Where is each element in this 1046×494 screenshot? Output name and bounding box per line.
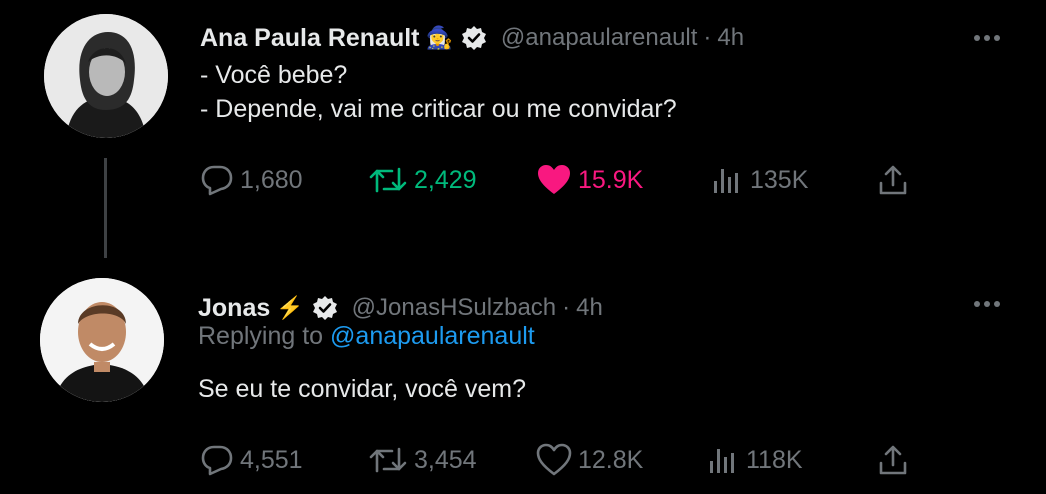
tweet-text: Se eu te convidar, você vem? [198, 375, 526, 403]
verified-icon [461, 25, 487, 51]
views-icon [710, 163, 744, 197]
retweet-icon [368, 443, 408, 477]
avatar[interactable] [44, 14, 168, 138]
replying-to-label: Replying to [198, 322, 324, 350]
reply-count: 1,680 [240, 165, 303, 194]
like-button[interactable]: 15.9K [536, 160, 643, 200]
views-button[interactable]: 118K [706, 440, 803, 480]
views-icon [706, 443, 740, 477]
retweet-button[interactable]: 3,454 [368, 440, 477, 480]
more-icon[interactable] [972, 30, 1002, 41]
like-count: 12.8K [578, 445, 644, 474]
author-handle[interactable]: @anapaularenault [501, 24, 698, 52]
share-icon [876, 163, 910, 197]
retweet-count: 3,454 [414, 445, 477, 474]
author-emoji: 🧙‍♀️ [425, 25, 453, 50]
tweet-text-line: - Você bebe? [200, 61, 348, 89]
heart-icon [536, 443, 572, 477]
share-button[interactable] [876, 440, 910, 480]
reply-count: 4,551 [240, 445, 303, 474]
tweet-header: Ana Paula Renault 🧙‍♀️ @anapaularenault … [200, 18, 744, 58]
tweet[interactable]: Ana Paula Renault 🧙‍♀️ @anapaularenault … [0, 0, 1046, 258]
retweet-button[interactable]: 2,429 [368, 160, 477, 200]
timestamp[interactable]: 4h [717, 24, 744, 52]
reply-button[interactable]: 1,680 [200, 160, 303, 200]
views-count: 118K [746, 445, 803, 474]
tweet[interactable]: Jonas ⚡ @JonasHSulzbach · 4h Replying to… [0, 260, 1046, 494]
timestamp[interactable]: 4h [576, 294, 603, 322]
more-icon[interactable] [972, 296, 1002, 307]
separator-dot: · [703, 24, 712, 51]
like-count: 15.9K [578, 165, 644, 194]
verified-icon [312, 295, 338, 321]
retweet-icon [368, 163, 408, 197]
author-name[interactable]: Jonas [198, 294, 270, 323]
tweet-text-line: - Depende, vai me criticar ou me convida… [200, 95, 677, 123]
replying-to-handle[interactable]: @anapaularenault [330, 322, 535, 350]
avatar[interactable] [40, 278, 164, 402]
author-emoji: ⚡ [276, 295, 304, 320]
separator-dot: · [562, 294, 571, 321]
retweet-count: 2,429 [414, 165, 477, 194]
reply-button[interactable]: 4,551 [200, 440, 303, 480]
thread-line [104, 158, 107, 258]
views-count: 135K [750, 165, 809, 194]
views-button[interactable]: 135K [710, 160, 808, 200]
reply-icon [200, 163, 234, 197]
heart-icon [536, 163, 572, 197]
like-button[interactable]: 12.8K [536, 440, 643, 480]
replying-to: Replying to @anapaularenault [198, 322, 535, 351]
reply-icon [200, 443, 234, 477]
author-name[interactable]: Ana Paula Renault [200, 24, 420, 53]
share-icon [876, 443, 910, 477]
share-button[interactable] [876, 160, 910, 200]
author-handle[interactable]: @JonasHSulzbach [352, 294, 556, 322]
